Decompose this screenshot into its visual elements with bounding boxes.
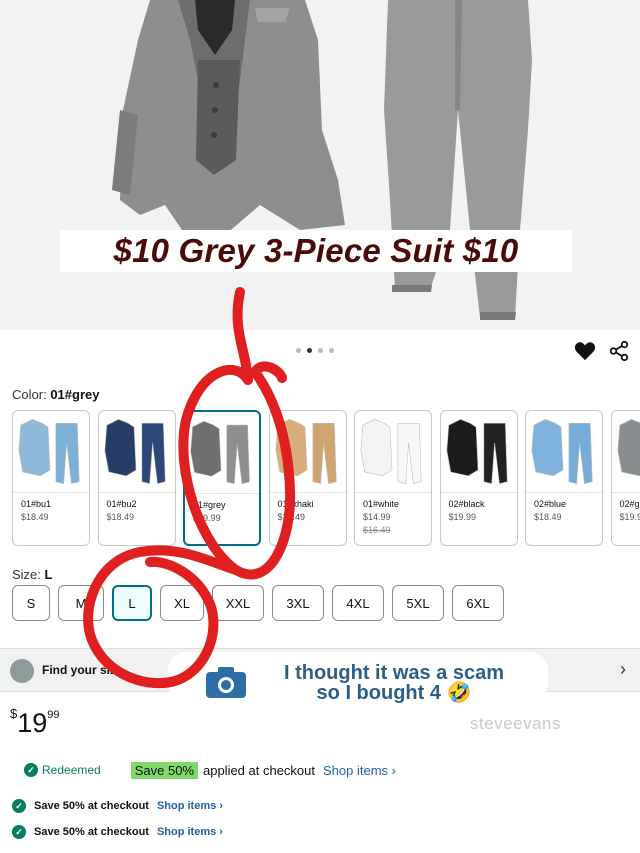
swatch-price: $14.99 (363, 512, 391, 522)
size-option[interactable]: 6XL (452, 585, 504, 621)
size-selected-value: L (44, 567, 53, 582)
size-option[interactable]: S (12, 585, 50, 621)
shop-items-link[interactable]: Shop items › (323, 763, 396, 778)
coupon-status: Redeemed (42, 763, 101, 777)
price-fraction: 99 (47, 709, 60, 721)
find-size-label: Find your size (42, 663, 123, 677)
heart-icon[interactable] (574, 341, 596, 361)
color-swatch[interactable]: 02#black $19.99 (439, 410, 518, 546)
swatch-image (526, 419, 602, 493)
swatch-name: 02#blue (534, 499, 567, 509)
color-swatch[interactable]: 02#grey $19.99 (610, 410, 640, 546)
swatch-price: $18.49 (277, 512, 306, 522)
color-swatch[interactable]: 01#grey $19.99 (183, 410, 261, 546)
carousel-dot[interactable] (329, 348, 334, 353)
size-option-list: S M L XL XXL 3XL 4XL 5XL 6XL (12, 585, 640, 623)
promotion-text: Save 50% at checkout (34, 826, 149, 838)
swatch-name: 02#grey (619, 499, 640, 509)
swatch-price: $19.99 (193, 513, 221, 523)
suit-illustration (112, 0, 532, 320)
check-icon: ✓ (12, 825, 26, 839)
coupon-applied-text: applied at checkout (202, 762, 316, 778)
swatch-price: $18.49 (21, 512, 49, 522)
product-image[interactable]: $10 Grey 3-Piece Suit $10 (0, 0, 640, 330)
size-label-prefix: Size: (12, 567, 41, 582)
color-swatch-list: 01#bu1 $18.49 01#bu2 $18.49 01#grey $19.99 01#… (12, 410, 640, 550)
size-option[interactable]: L (112, 585, 152, 621)
swatch-price: $18.49 (534, 512, 562, 522)
swatch-image (355, 419, 431, 493)
swatch-image (269, 419, 346, 493)
carousel-dot[interactable] (296, 348, 301, 353)
check-icon: ✓ (12, 799, 26, 813)
swatch-image (185, 420, 259, 494)
carousel-dot-active[interactable] (307, 348, 312, 353)
caption-line-2: so I bought 4 🤣 (316, 682, 472, 704)
coupon-badge: Save 50% (130, 761, 198, 779)
size-option[interactable]: 5XL (392, 585, 444, 621)
carousel-dot[interactable] (318, 348, 323, 353)
color-swatch[interactable]: 01#white $14.99 $16.49 (354, 410, 432, 546)
swatch-image (611, 419, 640, 493)
swatch-price: $18.49 (106, 512, 135, 522)
size-option[interactable]: XL (160, 585, 204, 621)
watermark: steveevans (470, 714, 561, 733)
price: $1999 (10, 706, 60, 739)
color-swatch[interactable]: 02#blue $18.49 (525, 410, 603, 546)
color-label: Color: 01#grey (12, 387, 99, 402)
size-option[interactable]: XXL (212, 585, 264, 621)
color-selected-value: 01#grey (50, 387, 100, 402)
swatch-image (13, 419, 89, 493)
camera-icon (206, 667, 246, 698)
swatch-old-price: $16.49 (363, 525, 391, 535)
swatch-price: $19.99 (619, 512, 640, 522)
check-icon: ✓ (24, 763, 38, 777)
promotion-link[interactable]: Shop items › (157, 800, 223, 812)
size-option[interactable]: 3XL (272, 585, 324, 621)
swatch-image (440, 419, 517, 493)
color-swatch[interactable]: 01#bu1 $18.49 (12, 410, 90, 546)
swatch-image (98, 419, 175, 493)
product-page: $10 Grey 3-Piece Suit $10 Color: 01#grey… (0, 0, 640, 853)
swatch-name: 01#white (363, 499, 400, 509)
promotion-row: ✓ Save 50% at checkout Shop items › (12, 824, 223, 840)
chevron-right-icon[interactable]: › (620, 659, 626, 680)
color-swatch[interactable]: 01#bu2 $18.49 (97, 410, 176, 546)
share-icon[interactable] (608, 340, 630, 362)
promotion-row: ✓ Save 50% at checkout Shop items › (12, 798, 223, 814)
size-option[interactable]: 4XL (332, 585, 384, 621)
promotion-link[interactable]: Shop items › (157, 826, 223, 838)
swatch-name: 01#grey (193, 500, 226, 510)
swatch-name: 01#bu2 (106, 499, 137, 509)
promotion-text: Save 50% at checkout (34, 800, 149, 812)
color-label-prefix: Color: (12, 387, 47, 402)
swatch-price: $19.99 (448, 512, 477, 522)
size-label: Size: L (12, 567, 52, 582)
price-whole: 19 (17, 708, 48, 738)
swatch-name: 01#khaki (277, 499, 314, 509)
overlay-caption: I thought it was a scam so I bought 4 🤣 (262, 663, 526, 703)
swatch-name: 01#bu1 (21, 499, 52, 509)
swatch-name: 02#black (448, 499, 485, 509)
carousel-dots[interactable] (296, 348, 334, 353)
hero-headline: $10 Grey 3-Piece Suit $10 (60, 230, 572, 272)
caption-line-1: I thought it was a scam (283, 662, 505, 684)
size-option[interactable]: M (58, 585, 104, 621)
color-swatch[interactable]: 01#khaki $18.49 (268, 410, 347, 546)
user-avatar-icon (10, 659, 34, 683)
coupon-row: ✓ Redeemed Save 50% applied at checkout … (24, 760, 396, 780)
